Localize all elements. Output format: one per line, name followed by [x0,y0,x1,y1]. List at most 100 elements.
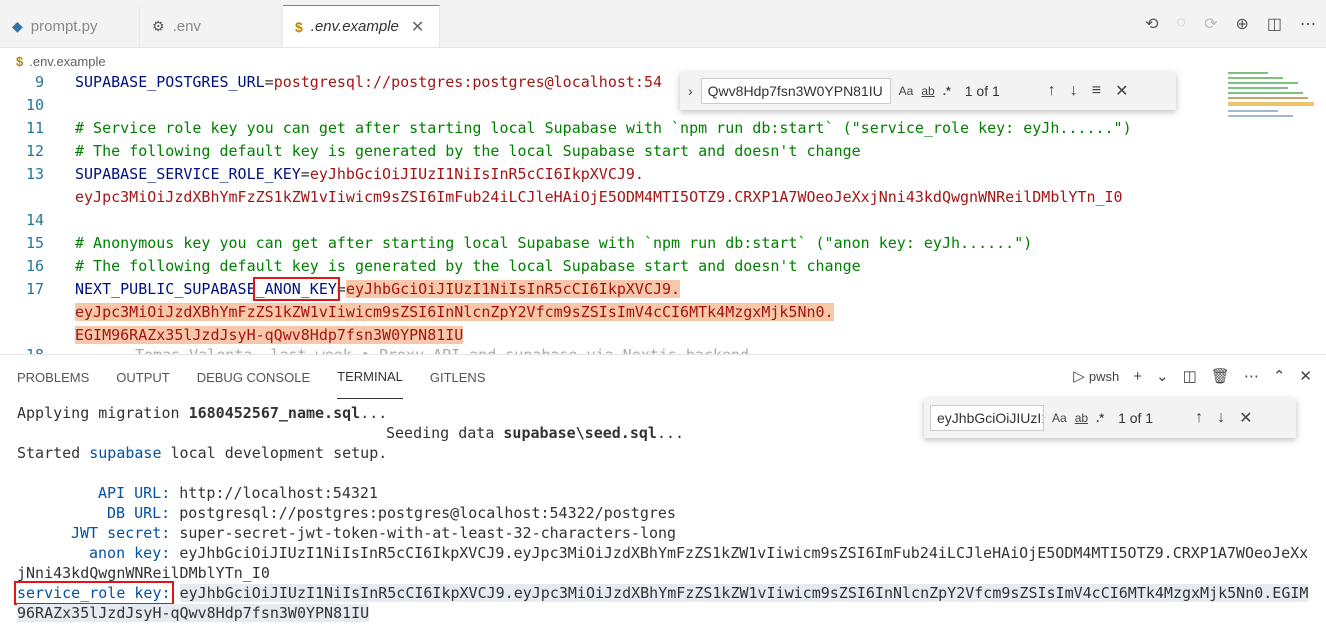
terminal-line: API URL: http://localhost:54321 [98,484,378,502]
tab-label: prompt.py [30,17,98,35]
match-count: 1 of 1 [964,83,1000,99]
comment-line[interactable]: # Anonymous key you can get after starti… [75,234,1032,252]
previous-match-icon[interactable]: ↑ [1048,82,1056,100]
terminal-line: Applying migration 1680452567_name.sql..… [17,404,388,422]
find-query: Qwv8Hdp7fsn3W0YPN81IU [707,83,883,99]
tab-debug-console[interactable]: DEBUG CONSOLE [197,355,310,399]
env-value-match: eyJpc3MiOiJzdXBhYmFzZS1kZW1vIiwicm9sZSI6… [75,303,834,321]
close-find-icon[interactable]: ✕ [1115,81,1128,101]
code-line-wrapped[interactable]: eyJpc3MiOiJzdXBhYmFzZS1kZW1vIiwicm9sZSI6… [75,303,834,321]
trash-icon[interactable]: 🗑 [1211,367,1230,385]
line-number: 15 [25,234,44,252]
revert-icon[interactable]: ◌ [1177,14,1187,34]
tab-label: .env [172,17,201,35]
env-value-match: eyJhbGciOiJIUzI1NiIsInR5cCI6IkpXVCJ9. [345,280,681,298]
breadcrumb[interactable]: $ .env.example [16,51,106,71]
split-terminal-icon[interactable]: ◫ [1183,367,1197,385]
comment-line[interactable]: # The following default key is generated… [75,257,861,275]
editor-actions: ⟲ ◌ ⟳ ⊕ ◫ ⋯ [1145,14,1316,34]
env-value-match: EGIM96RAZx35lJzdJsyH-qQwv8Hdp7fsn3W0YPN8… [75,326,464,344]
line-number: 18 [0,346,44,354]
code-line[interactable]: NEXT_PUBLIC_SUPABASE_ANON_KEY=eyJhbGciOi… [75,277,681,301]
shell-name: pwsh [1088,369,1120,384]
env-value: postgresql://postgres:postgres@localhost… [273,73,663,91]
more-actions-icon[interactable]: ⋯ [1300,14,1316,34]
chevron-down-icon[interactable]: ⌄ [1156,367,1169,385]
line-number: 9 [34,73,44,91]
terminal-line: Seeding data supabase\seed.sql... [386,424,685,442]
more-actions-icon[interactable]: ⋯ [1244,367,1259,385]
env-value: eyJhbGciOiJIUzI1NiIsInR5cCI6IkpXVCJ9. [309,165,644,183]
match-count: 1 of 1 [1118,410,1154,426]
close-tab-icon[interactable]: ✕ [411,17,424,37]
terminal-line: Started supabase local development setup… [17,444,388,462]
go-back-icon[interactable]: ⟲ [1145,14,1158,34]
line-number: 12 [25,142,44,160]
tab-env-example[interactable]: $ .env.example ✕ [283,5,440,47]
env-key: SUPABASE_SERVICE_ROLE_KEY [75,165,301,183]
tab-problems[interactable]: PROBLEMS [17,355,89,399]
line-number: 11 [25,119,44,137]
panel-tab-bar: PROBLEMS OUTPUT DEBUG CONSOLE TERMINAL G… [0,354,1326,399]
panel-actions: ▷ pwsh + ⌄ ◫ 🗑 ⋯ ⌃ ✕ [1073,367,1312,386]
terminal-line: 96RAZx35lJzdJsyH-qQwv8Hdp7fsn3W0YPN81IU [17,604,370,622]
code-line-wrapped[interactable]: EGIM96RAZx35lJzdJsyH-qQwv8Hdp7fsn3W0YPN8… [75,326,464,344]
terminal-find-input[interactable]: eyJhbGciOiJIUzI1 [930,405,1044,431]
equals: = [264,73,274,91]
code-line[interactable]: SUPABASE_SERVICE_ROLE_KEY=eyJhbGciOiJIUz… [75,165,644,183]
match-case-toggle[interactable]: Aa [1052,411,1067,425]
tab-env[interactable]: ⚙ .env [140,5,282,47]
go-forward-icon[interactable]: ⟳ [1204,14,1217,34]
gitlens-icon[interactable]: ⊕ [1235,14,1248,34]
breadcrumb-file[interactable]: .env.example [29,54,105,69]
tab-terminal[interactable]: TERMINAL [337,355,403,399]
minimap[interactable] [1228,72,1314,132]
comment-line[interactable]: # The following default key is generated… [75,142,861,160]
editor-tab-bar: ◆ prompt.py ⚙ .env $ .env.example ✕ ⟲ ◌ … [0,0,1326,48]
terminal-shell-selector[interactable]: ▷ pwsh [1073,367,1119,385]
code-line[interactable]: SUPABASE_POSTGRES_URL=postgresql://postg… [75,73,662,91]
highlighted-service-role-label: service_role key: [14,581,174,605]
previous-match-icon[interactable]: ↑ [1195,409,1203,427]
find-query: eyJhbGciOiJIUzI1 [937,410,1044,426]
line-number: 13 [25,165,44,183]
git-blame-annotation: Tomas Valenta, last week • Proxy API and… [135,346,749,354]
env-key: SUPABASE_POSTGRES_URL [75,73,265,91]
tab-prompt-py[interactable]: ◆ prompt.py [0,5,140,47]
maximize-panel-icon[interactable]: ⌃ [1273,367,1286,385]
line-number: 17 [25,280,44,298]
equals: = [336,280,346,298]
tab-label: .env.example [310,18,399,35]
code-editor[interactable]: 9 SUPABASE_POSTGRES_URL=postgresql://pos… [0,72,1318,354]
editor-find-input[interactable]: Qwv8Hdp7fsn3W0YPN81IU [700,78,891,104]
gear-icon: ⚙ [152,17,165,34]
comment-line[interactable]: # Service role key you can get after sta… [75,119,1132,137]
terminal-line: JWT secret: super-secret-jwt-token-with-… [71,524,677,542]
match-case-toggle[interactable]: Aa [899,84,914,98]
match-whole-word-toggle[interactable]: ab [921,84,934,98]
next-match-icon[interactable]: ↓ [1217,409,1225,427]
python-file-icon: ◆ [12,17,23,34]
line-number: 14 [25,211,44,229]
equals: = [300,165,310,183]
find-in-selection-icon[interactable]: ≡ [1092,82,1101,100]
terminal-line: anon key: eyJhbGciOiJIUzI1NiIsInR5cCI6Ik… [89,544,1309,562]
env-key: NEXT_PUBLIC_SUPABASE [75,280,256,298]
close-find-icon[interactable]: ✕ [1239,408,1252,428]
toggle-replace-icon[interactable]: › [688,83,693,99]
terminal-icon: ▷ [1073,368,1085,385]
code-line-wrapped[interactable]: eyJpc3MiOiJzdXBhYmFzZS1kZW1vIiwicm9sZSI6… [75,188,1123,206]
regex-toggle[interactable]: .* [943,84,951,98]
highlighted-anon-key: _ANON_KEY [252,277,340,301]
match-whole-word-toggle[interactable]: ab [1075,411,1088,425]
next-match-icon[interactable]: ↓ [1070,82,1078,100]
line-number: 10 [25,96,44,114]
split-editor-icon[interactable]: ◫ [1267,14,1282,34]
dollar-icon: $ [16,53,24,69]
new-terminal-icon[interactable]: + [1133,368,1142,385]
tab-output[interactable]: OUTPUT [116,355,169,399]
tab-gitlens[interactable]: GITLENS [430,355,486,399]
regex-toggle[interactable]: .* [1096,411,1104,425]
close-panel-icon[interactable]: ✕ [1299,367,1312,385]
terminal-line: DB URL: postgresql://postgres:postgres@l… [107,504,676,522]
